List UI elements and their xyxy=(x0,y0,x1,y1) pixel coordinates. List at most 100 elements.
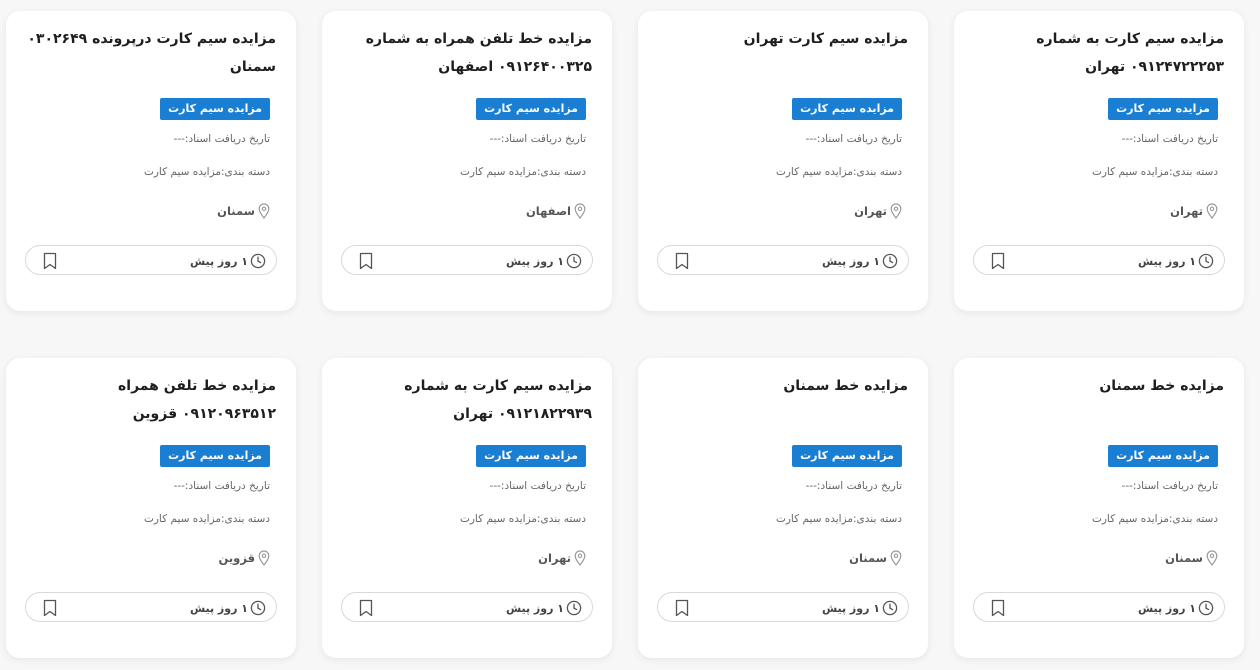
posted-time: ۱ روز پیش xyxy=(822,600,898,616)
category-badge[interactable]: مزایده سیم کارت xyxy=(792,445,902,467)
posted-time: ۱ روز پیش xyxy=(1138,600,1214,616)
time-text: ۱ روز پیش xyxy=(505,601,564,615)
card-footer: ۱ روز پیش xyxy=(973,245,1225,275)
posted-time: ۱ روز پیش xyxy=(190,253,266,269)
category-badge[interactable]: مزایده سیم کارت xyxy=(1108,445,1218,467)
time-text: ۱ روز پیش xyxy=(189,601,248,615)
location-pin-icon xyxy=(258,203,270,219)
category-text: دسته بندی:مزایده سیم کارت xyxy=(459,166,586,178)
bookmark-icon[interactable] xyxy=(991,252,1005,270)
card-title[interactable]: مزایده سیم کارت تهران xyxy=(656,25,908,53)
bookmark-icon[interactable] xyxy=(675,599,689,617)
city-row: تهران xyxy=(854,203,902,219)
time-text: ۱ روز پیش xyxy=(821,601,880,615)
bookmark-icon[interactable] xyxy=(991,599,1005,617)
city-name: تهران xyxy=(1170,204,1203,218)
category-text: دسته بندی:مزایده سیم کارت xyxy=(775,513,902,525)
clock-icon xyxy=(882,253,898,269)
bookmark-icon[interactable] xyxy=(43,599,57,617)
docs-date: تاریخ دریافت اسناد:--- xyxy=(489,480,586,492)
city-name: سمنان xyxy=(217,204,255,218)
category-text: دسته بندی:مزایده سیم کارت xyxy=(1091,513,1218,525)
clock-icon xyxy=(1198,600,1214,616)
card-title[interactable]: مزایده خط تلفن همراه به شماره ۰۹۱۲۶۴۰۰۳۲… xyxy=(340,25,592,81)
category-badge[interactable]: مزایده سیم کارت xyxy=(160,98,270,120)
card-title[interactable]: مزایده خط تلفن همراه ۰۹۱۲۰۹۶۳۵۱۲ قزوین xyxy=(24,372,276,428)
bookmark-icon[interactable] xyxy=(359,252,373,270)
card-footer: ۱ روز پیش xyxy=(973,592,1225,622)
city-row: سمنان xyxy=(1165,550,1218,566)
clock-icon xyxy=(250,253,266,269)
posted-time: ۱ روز پیش xyxy=(1138,253,1214,269)
auction-card[interactable]: مزایده سیم کارت درپرونده ۰۳۰۲۶۴۹ سمنان م… xyxy=(6,11,296,311)
auction-card[interactable]: مزایده خط تلفن همراه به شماره ۰۹۱۲۶۴۰۰۳۲… xyxy=(322,11,612,311)
category-badge[interactable]: مزایده سیم کارت xyxy=(1108,98,1218,120)
category-text: دسته بندی:مزایده سیم کارت xyxy=(143,513,270,525)
category-badge[interactable]: مزایده سیم کارت xyxy=(160,445,270,467)
card-footer: ۱ روز پیش xyxy=(25,245,277,275)
docs-date: تاریخ دریافت اسناد:--- xyxy=(173,133,270,145)
auction-card[interactable]: مزایده سیم کارت به شماره ۰۹۱۲۴۷۲۲۲۵۳ تهر… xyxy=(954,11,1244,311)
clock-icon xyxy=(1198,253,1214,269)
bookmark-icon[interactable] xyxy=(675,252,689,270)
city-row: قزوین xyxy=(219,550,271,566)
posted-time: ۱ روز پیش xyxy=(506,253,582,269)
docs-date: تاریخ دریافت اسناد:--- xyxy=(1121,133,1218,145)
time-text: ۱ روز پیش xyxy=(1137,254,1196,268)
card-footer: ۱ روز پیش xyxy=(25,592,277,622)
city-name: تهران xyxy=(538,551,571,565)
category-text: دسته بندی:مزایده سیم کارت xyxy=(459,513,586,525)
time-text: ۱ روز پیش xyxy=(189,254,248,268)
card-title[interactable]: مزایده خط سمنان xyxy=(656,372,908,400)
docs-date: تاریخ دریافت اسناد:--- xyxy=(489,133,586,145)
card-footer: ۱ روز پیش xyxy=(341,592,593,622)
city-name: سمنان xyxy=(849,551,887,565)
location-pin-icon xyxy=(890,550,902,566)
docs-date: تاریخ دریافت اسناد:--- xyxy=(173,480,270,492)
city-row: سمنان xyxy=(217,203,270,219)
city-row: تهران xyxy=(538,550,586,566)
docs-date: تاریخ دریافت اسناد:--- xyxy=(805,480,902,492)
auction-card-grid: مزایده سیم کارت به شماره ۰۹۱۲۴۷۲۲۲۵۳ تهر… xyxy=(0,0,1260,670)
posted-time: ۱ روز پیش xyxy=(190,600,266,616)
auction-card[interactable]: مزایده سیم کارت تهران مزایده سیم کارت تا… xyxy=(638,11,928,311)
category-badge[interactable]: مزایده سیم کارت xyxy=(476,98,586,120)
card-title[interactable]: مزایده سیم کارت به شماره ۰۹۱۲۴۷۲۲۲۵۳ تهر… xyxy=(972,25,1224,81)
bookmark-icon[interactable] xyxy=(43,252,57,270)
docs-date: تاریخ دریافت اسناد:--- xyxy=(1121,480,1218,492)
card-footer: ۱ روز پیش xyxy=(341,245,593,275)
location-pin-icon xyxy=(1206,203,1218,219)
location-pin-icon xyxy=(890,203,902,219)
auction-card[interactable]: مزایده خط سمنان مزایده سیم کارت تاریخ در… xyxy=(638,358,928,658)
city-row: تهران xyxy=(1170,203,1218,219)
location-pin-icon xyxy=(574,203,586,219)
posted-time: ۱ روز پیش xyxy=(822,253,898,269)
city-name: تهران xyxy=(854,204,887,218)
category-text: دسته بندی:مزایده سیم کارت xyxy=(1091,166,1218,178)
card-title[interactable]: مزایده سیم کارت درپرونده ۰۳۰۲۶۴۹ سمنان xyxy=(24,25,276,81)
time-text: ۱ روز پیش xyxy=(821,254,880,268)
clock-icon xyxy=(566,600,582,616)
city-row: سمنان xyxy=(849,550,902,566)
docs-date: تاریخ دریافت اسناد:--- xyxy=(805,133,902,145)
city-name: قزوین xyxy=(218,551,256,565)
location-pin-icon xyxy=(258,550,270,566)
card-title[interactable]: مزایده خط سمنان xyxy=(972,372,1224,400)
card-title[interactable]: مزایده سیم کارت به شماره ۰۹۱۲۱۸۲۲۹۳۹ تهر… xyxy=(340,372,592,428)
clock-icon xyxy=(250,600,266,616)
category-badge[interactable]: مزایده سیم کارت xyxy=(792,98,902,120)
city-name: اصفهان xyxy=(525,204,571,218)
category-badge[interactable]: مزایده سیم کارت xyxy=(476,445,586,467)
time-text: ۱ روز پیش xyxy=(1137,601,1196,615)
category-text: دسته بندی:مزایده سیم کارت xyxy=(143,166,270,178)
auction-card[interactable]: مزایده خط تلفن همراه ۰۹۱۲۰۹۶۳۵۱۲ قزوین م… xyxy=(6,358,296,658)
auction-card[interactable]: مزایده سیم کارت به شماره ۰۹۱۲۱۸۲۲۹۳۹ تهر… xyxy=(322,358,612,658)
card-footer: ۱ روز پیش xyxy=(657,592,909,622)
clock-icon xyxy=(566,253,582,269)
time-text: ۱ روز پیش xyxy=(505,254,564,268)
auction-card[interactable]: مزایده خط سمنان مزایده سیم کارت تاریخ در… xyxy=(954,358,1244,658)
clock-icon xyxy=(882,600,898,616)
city-name: سمنان xyxy=(1165,551,1203,565)
category-text: دسته بندی:مزایده سیم کارت xyxy=(775,166,902,178)
bookmark-icon[interactable] xyxy=(359,599,373,617)
